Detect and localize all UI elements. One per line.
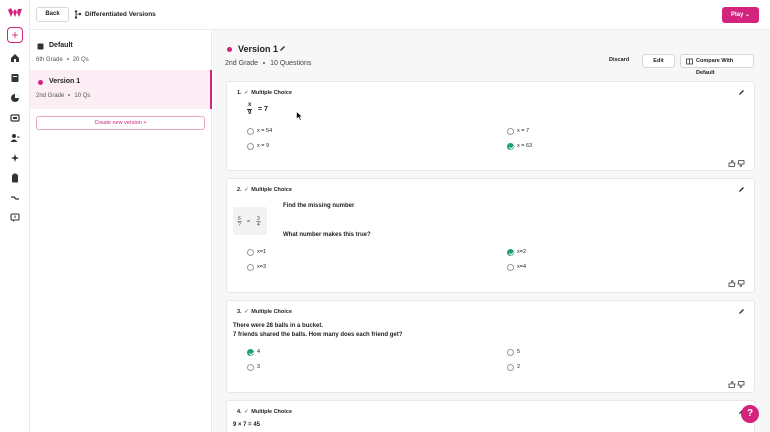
edit-question-icon[interactable] xyxy=(738,89,745,96)
top-bar: Back Differentiated Versions Play ⌄ xyxy=(30,0,770,30)
icon-rail: + xyxy=(0,0,30,432)
version-item-version-1[interactable]: Version 1 2nd Grade 10 Qs xyxy=(30,70,212,109)
svg-text:4: 4 xyxy=(257,222,260,228)
question-card-4: 4. ✓ Multiple Choice 9 × 7 = 45 xyxy=(226,400,755,432)
radio-icon xyxy=(507,349,514,356)
play-label: Play xyxy=(730,12,744,18)
version-grade: 6th Grade xyxy=(36,57,63,63)
radio-icon xyxy=(507,364,514,371)
reports-icon[interactable] xyxy=(10,93,20,103)
version-title: Version 1 xyxy=(49,78,81,85)
math-fraction: x 9 xyxy=(247,102,253,116)
question-image: 6 ? = 3 4 xyxy=(233,207,267,235)
discard-button[interactable]: Discard xyxy=(609,57,629,63)
check-icon: ✓ xyxy=(244,309,249,315)
heading-grade: 2nd Grade xyxy=(225,60,259,67)
create-version-button[interactable]: Create new version + xyxy=(36,116,205,130)
question-card-2: 2. ✓ Multiple Choice 6 ? = 3 4 Find the … xyxy=(226,178,755,293)
check-icon: ✓ xyxy=(244,409,249,415)
version-meta: 2nd Grade 10 Qs xyxy=(36,93,90,99)
math-rhs: = 7 xyxy=(258,106,268,113)
create-icon[interactable]: + xyxy=(7,27,23,43)
question-card-3: 3. ✓ Multiple Choice There were 28 balls… xyxy=(226,300,755,393)
correct-check-icon xyxy=(507,249,514,256)
question-subtext: 7 friends shared the balls. How many doe… xyxy=(233,332,403,338)
question-header: 1. ✓ Multiple Choice xyxy=(237,90,292,96)
logo-icon[interactable] xyxy=(8,8,22,18)
play-button[interactable]: Play ⌄ xyxy=(722,7,759,23)
radio-icon xyxy=(247,264,254,271)
radio-icon xyxy=(247,143,254,150)
question-header: 4. ✓ Multiple Choice xyxy=(237,409,292,415)
heading-count: 10 Questions xyxy=(270,60,312,67)
version-title: Default xyxy=(49,42,73,49)
integrations-icon[interactable] xyxy=(10,193,20,203)
feedback-icon[interactable] xyxy=(10,213,20,223)
rename-pencil-icon[interactable] xyxy=(279,45,286,52)
check-icon: ✓ xyxy=(244,187,249,193)
ai-sparkle-icon[interactable] xyxy=(10,153,20,163)
question-subtext: What number makes this true? xyxy=(283,232,371,238)
play-chevron-icon: ⌄ xyxy=(744,12,751,18)
radio-icon xyxy=(247,364,254,371)
library-icon[interactable] xyxy=(10,73,20,83)
check-icon: ✓ xyxy=(244,90,249,96)
version-item-default[interactable]: Default 6th Grade 20 Qs xyxy=(30,34,212,73)
question-text: There were 28 balls in a bucket. xyxy=(233,323,324,329)
mouse-cursor-icon xyxy=(296,111,303,121)
version-heading: Version 1 xyxy=(238,44,279,54)
help-button[interactable]: ? xyxy=(741,405,759,423)
fraction-equation-image: 6 ? = 3 4 xyxy=(237,216,261,228)
thumbs-icon[interactable] xyxy=(728,160,745,167)
thumbs-icon[interactable] xyxy=(728,280,745,287)
radio-icon xyxy=(247,249,254,256)
svg-text:?: ? xyxy=(238,222,241,228)
radio-icon xyxy=(247,128,254,135)
version-heading-meta: 2nd Grade 10 Questions xyxy=(225,60,311,67)
compare-icon xyxy=(686,58,693,65)
bookmark-icon xyxy=(37,43,44,50)
radio-icon xyxy=(507,128,514,135)
home-icon[interactable] xyxy=(10,53,20,63)
version-dot-icon xyxy=(227,47,232,52)
version-dot-icon xyxy=(38,80,43,85)
edit-question-icon[interactable] xyxy=(738,186,745,193)
clipboard-icon[interactable] xyxy=(10,173,20,183)
correct-check-icon xyxy=(247,349,254,356)
page-title: Differentiated Versions xyxy=(85,11,156,18)
version-sidebar: Default 6th Grade 20 Qs Version 1 2nd Gra… xyxy=(30,30,212,432)
version-meta: 6th Grade 20 Qs xyxy=(36,57,89,63)
students-icon[interactable] xyxy=(10,133,20,143)
question-header: 2. ✓ Multiple Choice xyxy=(237,187,292,193)
compare-button[interactable]: Compare With Default xyxy=(680,54,754,76)
main-panel: Version 1 2nd Grade 10 Questions Discard … xyxy=(213,30,770,432)
thumbs-icon[interactable] xyxy=(728,381,745,388)
radio-icon xyxy=(507,264,514,271)
svg-text:=: = xyxy=(247,219,250,225)
branch-icon xyxy=(74,10,82,19)
edit-question-icon[interactable] xyxy=(738,308,745,315)
correct-check-icon xyxy=(507,143,514,150)
question-text: 9 × 7 = 45 xyxy=(233,422,261,428)
edit-button[interactable]: Edit xyxy=(642,54,675,68)
question-card-1: 1. ✓ Multiple Choice x 9 = 7 x = 54 x = … xyxy=(226,81,755,171)
question-text: Find the missing number xyxy=(283,203,355,209)
compare-label: Compare With Default xyxy=(696,58,734,76)
question-header: 3. ✓ Multiple Choice xyxy=(237,309,292,315)
back-button[interactable]: Back xyxy=(36,7,69,22)
version-count: 20 Qs xyxy=(72,57,89,63)
version-grade: 2nd Grade xyxy=(36,93,65,99)
classes-icon[interactable] xyxy=(10,113,20,123)
version-count: 10 Qs xyxy=(74,93,91,99)
